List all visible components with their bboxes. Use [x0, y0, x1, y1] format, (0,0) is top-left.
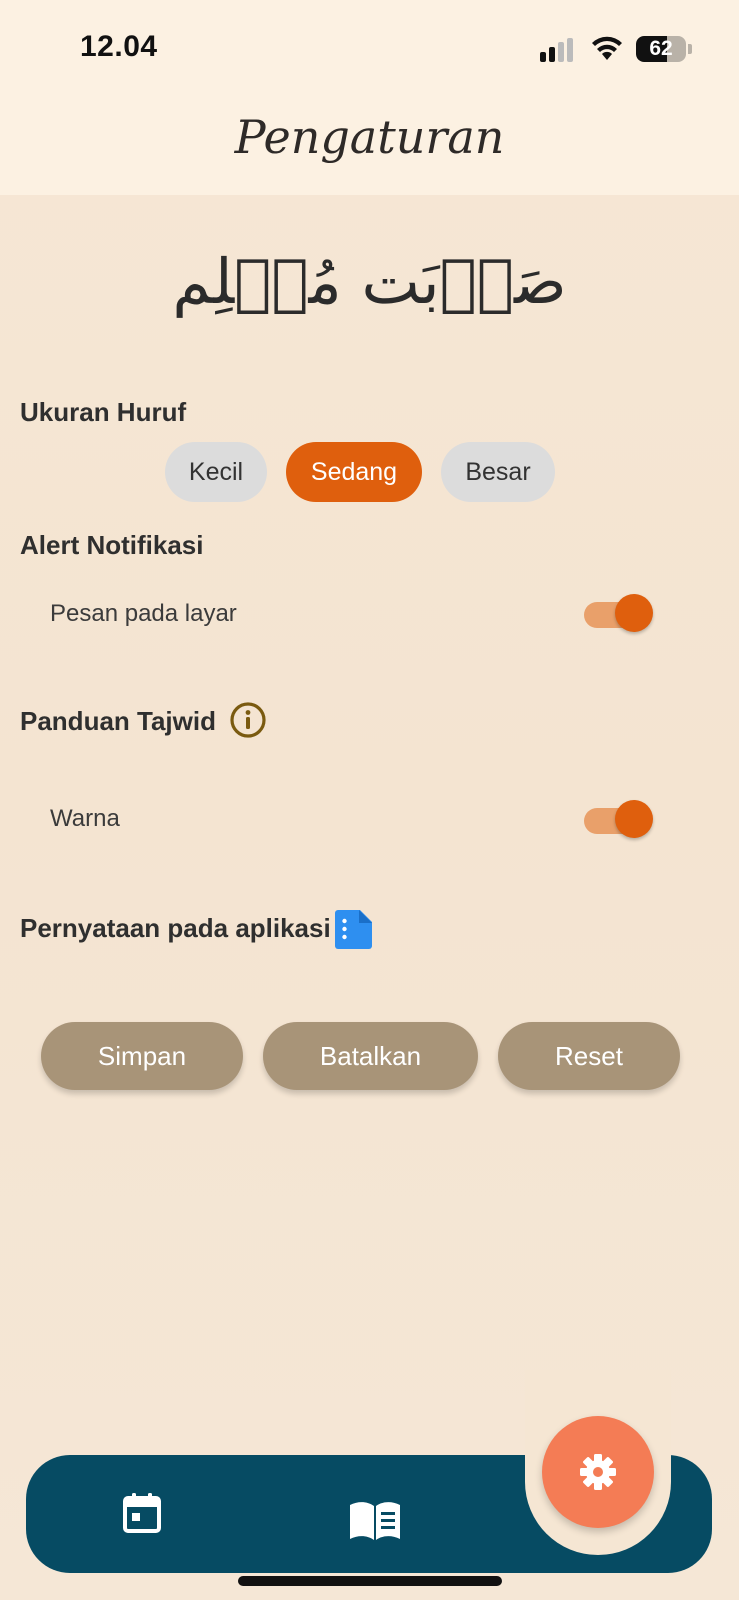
battery-percent: 62	[649, 37, 673, 60]
cellular-signal-icon	[540, 38, 580, 62]
app-logo-arabic: صَوۡبَت مُسۡلِم	[172, 245, 567, 318]
app-header: Pengaturan	[0, 100, 739, 195]
font-size-option-large[interactable]: Besar	[441, 442, 555, 502]
page-title: Pengaturan	[234, 110, 505, 164]
reset-button[interactable]: Reset	[498, 1022, 680, 1090]
status-time: 12.04	[80, 30, 158, 63]
font-size-option-medium[interactable]: Sedang	[286, 442, 422, 502]
notification-toggle[interactable]	[584, 594, 653, 634]
wifi-icon	[592, 36, 622, 60]
calendar-icon[interactable]	[122, 1492, 162, 1534]
book-icon[interactable]	[348, 1500, 402, 1542]
font-size-title: Ukuran Huruf	[20, 397, 187, 427]
home-indicator	[238, 1576, 502, 1586]
toggle-thumb	[615, 594, 653, 632]
font-size-option-small[interactable]: Kecil	[165, 442, 267, 502]
toggle-thumb	[615, 800, 653, 838]
tajwid-color-toggle[interactable]	[584, 800, 653, 840]
settings-gear-icon	[580, 1454, 616, 1490]
info-icon[interactable]	[229, 701, 267, 739]
statement-title: Pernyataan pada aplikasi	[20, 913, 331, 943]
notification-title: Alert Notifikasi	[20, 530, 204, 560]
battery-nub	[688, 44, 692, 54]
cancel-button[interactable]: Batalkan	[263, 1022, 478, 1090]
document-icon[interactable]	[332, 907, 376, 951]
tajwid-title: Panduan Tajwid	[20, 706, 216, 736]
font-size-options: Kecil Sedang Besar	[0, 442, 739, 504]
settings-screen: 12.04 62 Pengaturan صَوۡبَت مُسۡلِم Ukur…	[0, 0, 739, 1600]
status-bar: 12.04 62	[0, 0, 739, 100]
notification-item-label: Pesan pada layar	[50, 600, 237, 627]
battery-indicator: 62	[636, 36, 686, 62]
tajwid-item-label: Warna	[50, 805, 120, 832]
save-button[interactable]: Simpan	[41, 1022, 243, 1090]
settings-fab[interactable]	[542, 1416, 654, 1528]
